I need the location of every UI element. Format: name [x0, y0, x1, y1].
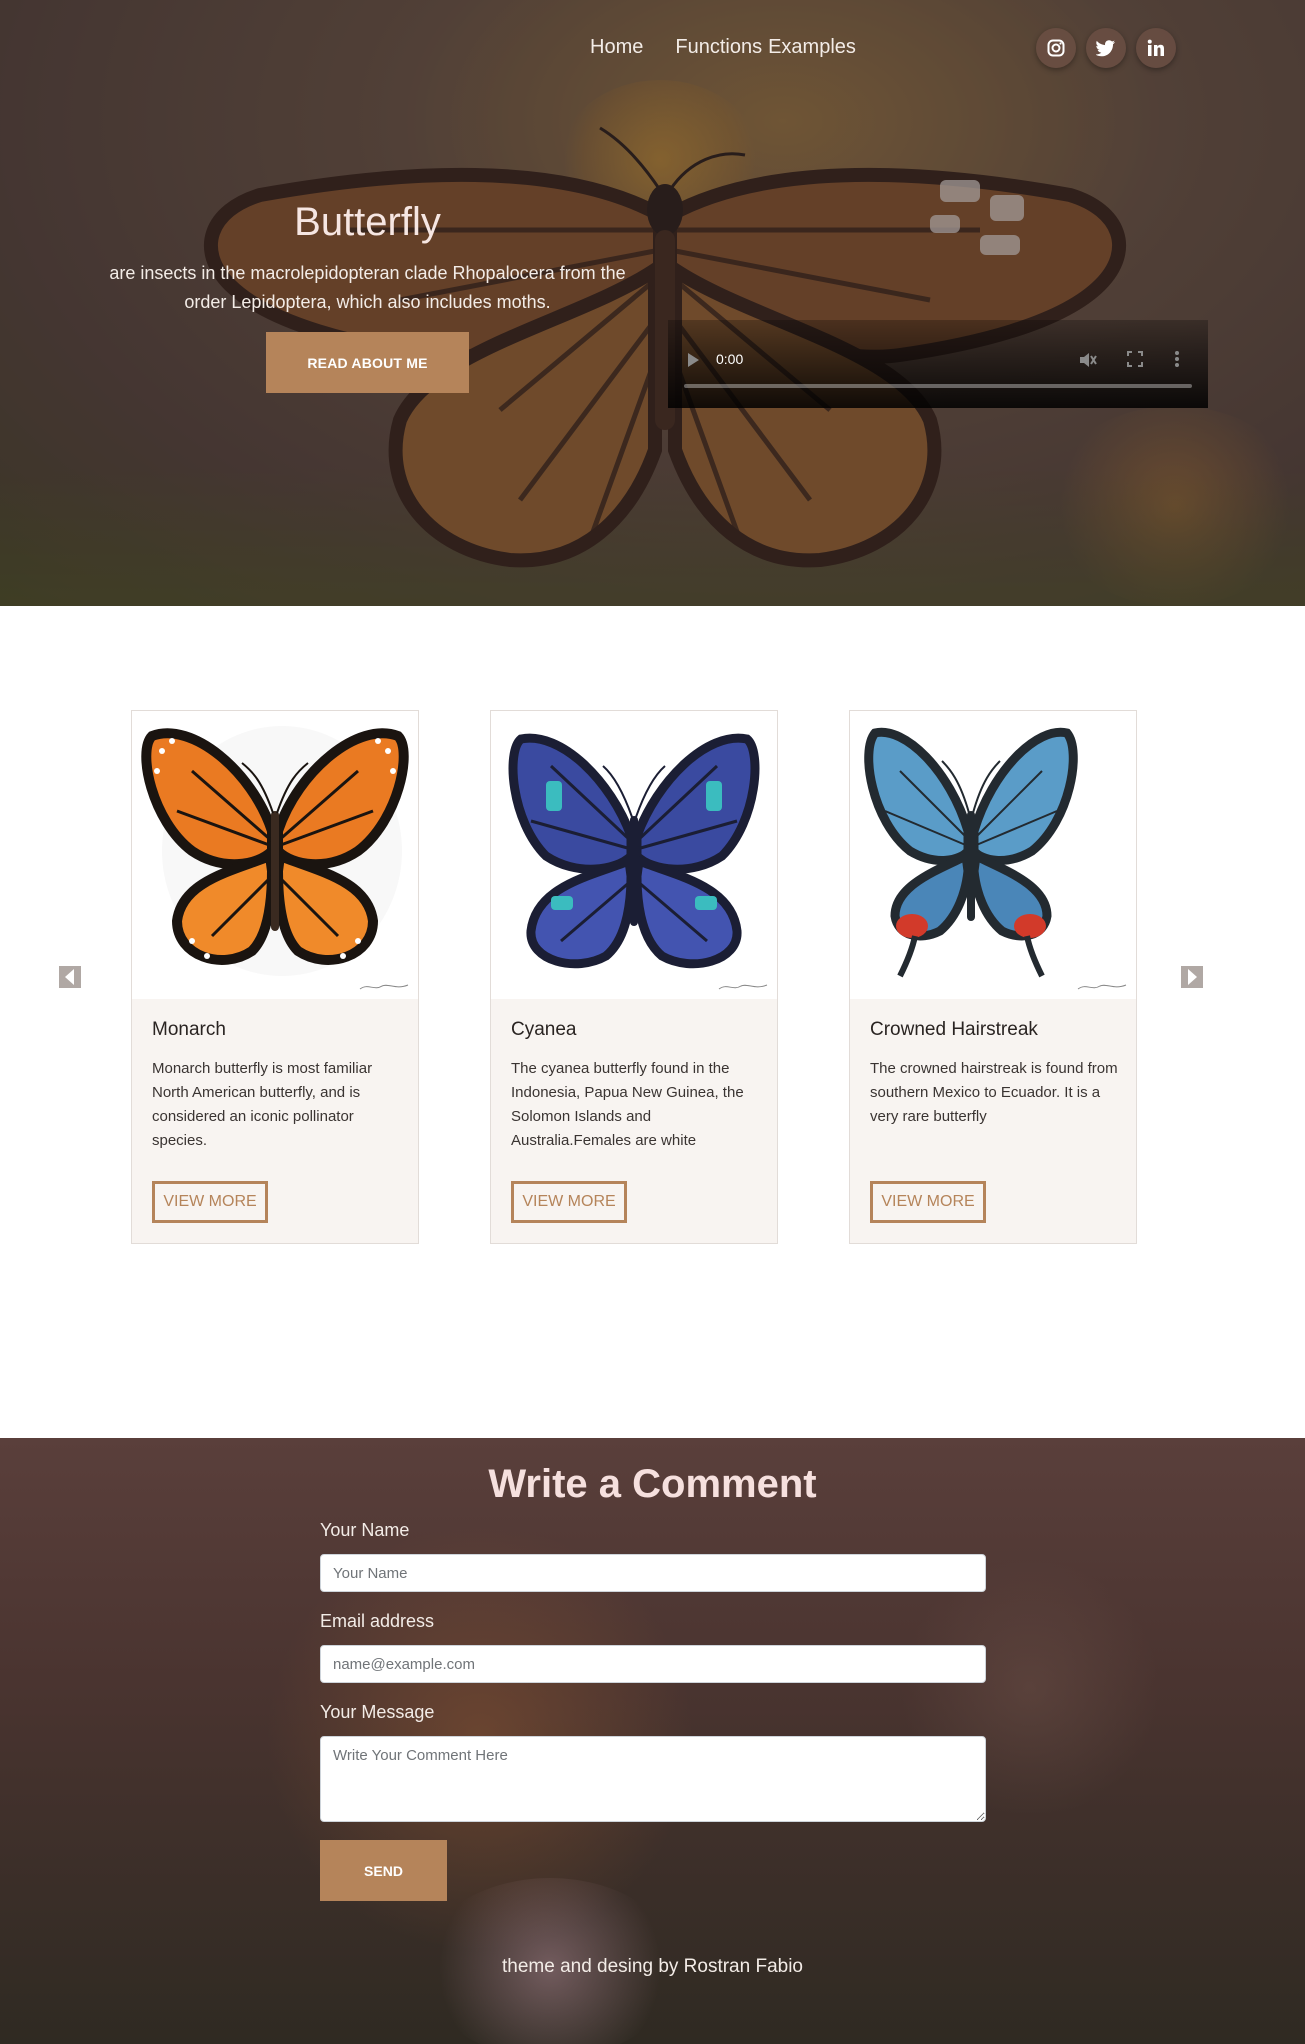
linkedin-button[interactable]	[1136, 28, 1176, 68]
name-input[interactable]	[320, 1554, 986, 1592]
nav-link-functions[interactable]: Functions	[675, 36, 762, 59]
view-more-button[interactable]: VIEW MORE	[152, 1181, 268, 1223]
email-input[interactable]	[320, 1645, 986, 1683]
card-title: Monarch	[152, 1019, 226, 1040]
view-more-button[interactable]: VIEW MORE	[870, 1181, 986, 1223]
carousel-prev-icon[interactable]	[59, 966, 81, 988]
send-button[interactable]: SEND	[320, 1840, 447, 1901]
mute-icon[interactable]	[1078, 350, 1098, 370]
video-progress-bar[interactable]	[684, 384, 1192, 388]
carousel-next-icon[interactable]	[1181, 966, 1203, 988]
monarch-butterfly-image	[132, 711, 418, 999]
artist-signature	[1077, 984, 1127, 990]
message-textarea[interactable]	[320, 1736, 986, 1822]
twitter-button[interactable]	[1086, 28, 1126, 68]
artist-signature	[718, 984, 768, 990]
fullscreen-icon[interactable]	[1126, 350, 1144, 368]
hero-text-block: Butterfly are insects in the macrolepido…	[100, 200, 635, 317]
card-monarch: Monarch Monarch butterfly is most famili…	[131, 710, 419, 1244]
artist-signature	[359, 984, 409, 990]
email-label: Email address	[320, 1611, 435, 1631]
play-icon[interactable]	[686, 352, 700, 368]
hero-title: Butterfly	[294, 200, 441, 244]
video-player[interactable]: 0:00	[668, 320, 1208, 408]
crowned-hairstreak-butterfly-image	[850, 711, 1136, 999]
nav-link-home[interactable]: Home	[590, 36, 643, 59]
cyanea-butterfly-image	[491, 711, 777, 999]
card-title: Cyanea	[511, 1019, 577, 1040]
hero-section: Home Functions Examples Butterfly are in…	[0, 0, 1305, 606]
footer-credit: theme and desing by Rostran Fabio	[501, 1956, 803, 1977]
main-nav: Home Functions Examples	[590, 36, 856, 59]
message-label: Your Message	[320, 1702, 435, 1722]
twitter-icon	[1096, 40, 1115, 57]
instagram-icon	[1047, 39, 1065, 57]
comment-title: Write a Comment	[488, 1462, 817, 1506]
card-description: The cyanea butterfly found in the Indone…	[511, 1060, 744, 1149]
name-label: Your Name	[320, 1520, 410, 1540]
card-cyanea: Cyanea The cyanea butterfly found in the…	[490, 710, 778, 1244]
linkedin-icon	[1147, 39, 1164, 56]
card-description: Monarch butterfly is most familiar North…	[152, 1060, 373, 1149]
card-title: Crowned Hairstreak	[870, 1019, 1038, 1040]
read-about-me-button[interactable]: READ ABOUT ME	[266, 332, 469, 393]
more-options-icon[interactable]	[1174, 350, 1180, 368]
nav-link-examples[interactable]: Examples	[768, 36, 856, 59]
social-links	[1036, 28, 1176, 68]
card-crowned-hairstreak: Crowned Hairstreak The crowned hairstrea…	[849, 710, 1137, 1244]
card-description: The crowned hairstreak is found from sou…	[870, 1060, 1118, 1125]
instagram-button[interactable]	[1036, 28, 1076, 68]
view-more-button[interactable]: VIEW MORE	[511, 1181, 627, 1223]
comment-section: Write a Comment Your Name Email address …	[0, 1438, 1305, 2044]
hero-description: are insects in the macrolepidopteran cla…	[109, 263, 626, 312]
video-time: 0:00	[716, 351, 744, 367]
